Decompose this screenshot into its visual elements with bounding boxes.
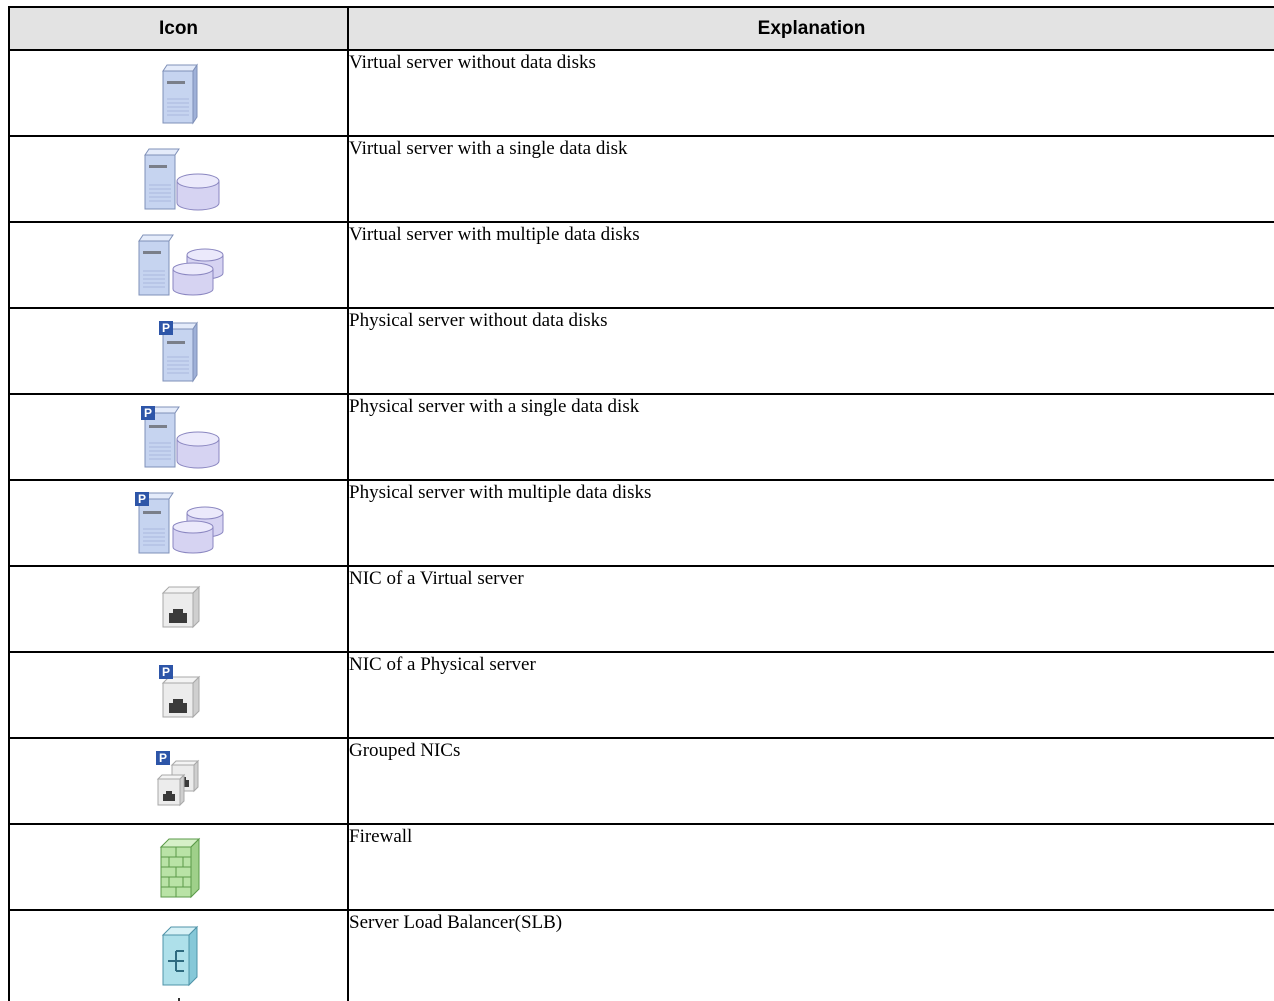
svg-text:P: P — [161, 665, 169, 679]
explanation-cell: Physical server without data disks — [347, 307, 1274, 395]
table-row: P Physical server without data disks — [8, 307, 1274, 395]
physical-badge-icon: P — [158, 321, 173, 335]
explanation-cell: Grouped NICs — [347, 737, 1274, 825]
icon-cell — [8, 909, 349, 1001]
table-row: Virtual server with multiple data disks — [8, 221, 1274, 309]
icon-cell — [8, 565, 349, 653]
physical-badge-icon: P — [155, 751, 170, 765]
explanation-cell: Firewall — [347, 823, 1274, 911]
physical-server-single-disk-icon: P — [140, 406, 219, 469]
explanation-cell: Virtual server without data disks — [347, 49, 1274, 137]
server-load-balancer-icon — [161, 925, 198, 1001]
table-row: Virtual server with a single data disk — [8, 135, 1274, 223]
svg-text:P: P — [161, 321, 169, 335]
physical-server-icon: P — [158, 321, 198, 383]
physical-badge-icon: P — [158, 665, 173, 679]
table-row: P NIC of a Physical server — [8, 651, 1274, 739]
icon-cell: P — [8, 479, 349, 567]
grouped-nics-icon: P — [155, 751, 199, 807]
explanation-cell: Physical server with a single data disk — [347, 393, 1274, 481]
explanation-cell: NIC of a Physical server — [347, 651, 1274, 739]
svg-text:P: P — [143, 406, 151, 420]
header-row: Icon Explanation — [8, 6, 1274, 51]
firewall-icon — [159, 837, 200, 899]
explanation-cell: Server Load Balancer(SLB) — [347, 909, 1274, 1001]
explanation-cell: NIC of a Virtual server — [347, 565, 1274, 653]
explanation-cell: Virtual server with a single data disk — [347, 135, 1274, 223]
explanation-cell: Physical server with multiple data disks — [347, 479, 1274, 567]
icon-cell — [8, 221, 349, 309]
icon-cell — [8, 823, 349, 911]
icon-cell: P — [8, 393, 349, 481]
table-row: Firewall — [8, 823, 1274, 911]
table-row: Virtual server without data disks — [8, 49, 1274, 137]
table-row: P Physical server with a single data dis… — [8, 393, 1274, 481]
icon-cell: P — [8, 651, 349, 739]
table-row: NIC of a Virtual server — [8, 565, 1274, 653]
svg-text:P: P — [137, 492, 145, 506]
icon-cell — [8, 135, 349, 223]
svg-text:P: P — [158, 751, 166, 765]
table-row: P Grouped NICs — [8, 737, 1274, 825]
table-row: Server Load Balancer(SLB) — [8, 909, 1274, 1001]
virtual-nic-icon — [161, 585, 200, 629]
icon-cell: P — [8, 737, 349, 825]
physical-server-multiple-disks-icon: P — [134, 492, 223, 554]
explanation-cell: Virtual server with multiple data disks — [347, 221, 1274, 309]
header-icon: Icon — [8, 6, 349, 51]
icon-cell — [8, 49, 349, 137]
virtual-server-single-disk-icon — [143, 148, 219, 211]
physical-badge-icon: P — [140, 406, 155, 420]
virtual-server-multiple-disks-icon — [137, 234, 223, 296]
physical-nic-icon: P — [158, 665, 200, 719]
table-row: P Physical server with multiple data dis… — [8, 479, 1274, 567]
icon-legend-table: Icon Explanation Virtual server without … — [8, 6, 1274, 1001]
icon-cell: P — [8, 307, 349, 395]
physical-badge-icon: P — [134, 492, 149, 506]
header-explanation: Explanation — [347, 6, 1274, 51]
virtual-server-icon — [161, 63, 198, 125]
